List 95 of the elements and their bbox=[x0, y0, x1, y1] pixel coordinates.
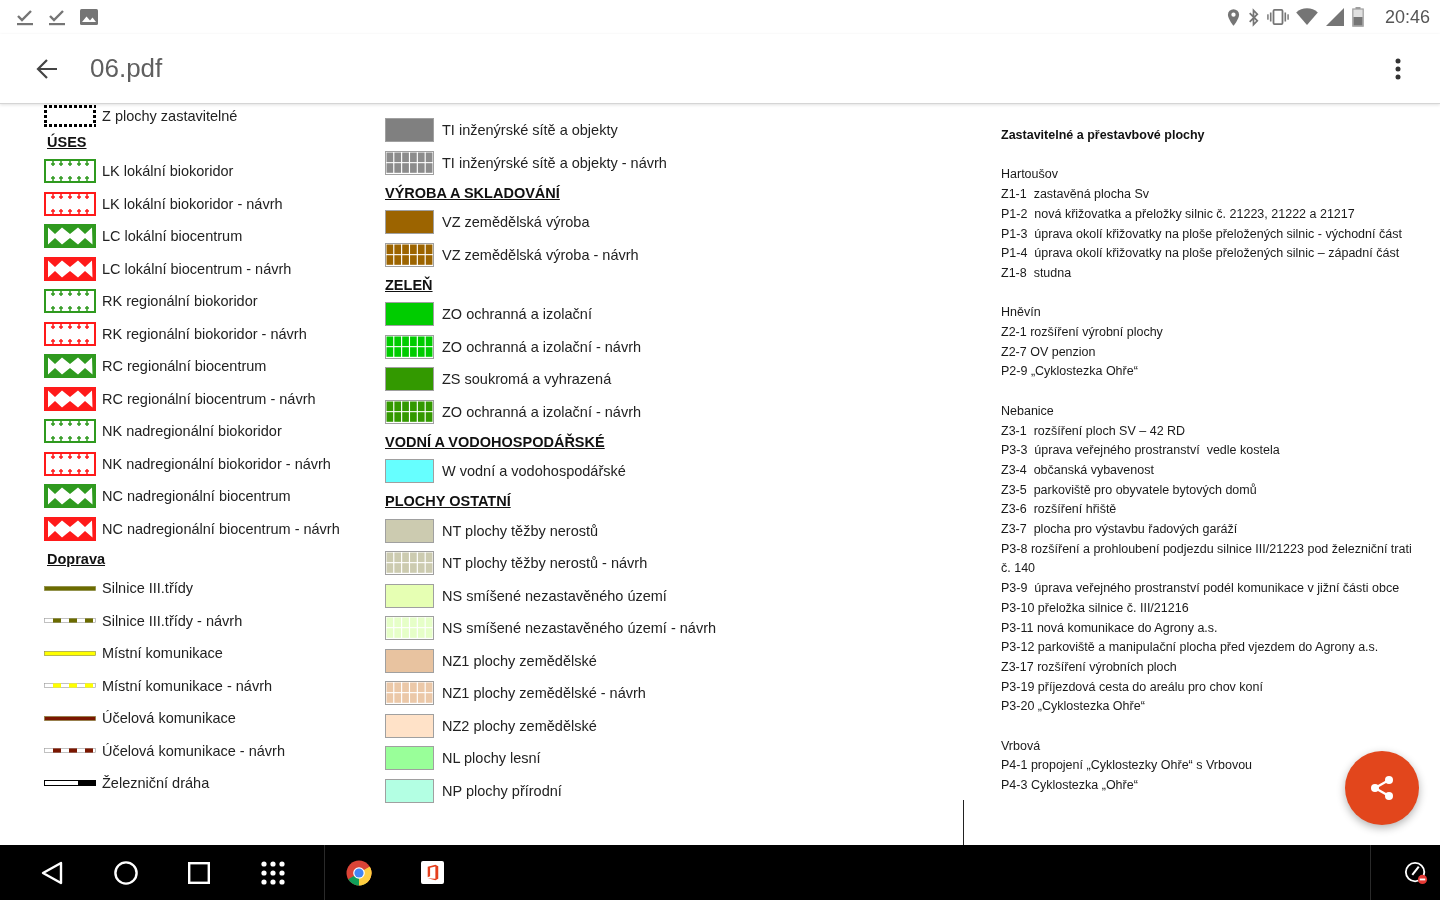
legend-label: ZO ochranná a izolační bbox=[442, 306, 592, 323]
back-triangle-icon bbox=[40, 860, 64, 885]
legend-label: ZO ochranná a izolační - návrh bbox=[442, 338, 642, 355]
legend-label: NS smíšené nezastavěného území bbox=[442, 587, 667, 604]
location-pin-icon bbox=[1226, 7, 1240, 27]
legend-label: ZS soukromá a vyhrazená bbox=[442, 371, 612, 388]
area-entry: Z2-7 OV penzion bbox=[1001, 343, 1096, 361]
legend-label: Silnice III.třídy bbox=[102, 580, 194, 597]
legend-label: NC nadregionální biocentrum bbox=[102, 488, 291, 505]
legend-label: NZ1 plochy zemědělské - návrh bbox=[442, 685, 646, 702]
recents-square-icon bbox=[188, 861, 210, 884]
legend-heading: Doprava bbox=[47, 550, 106, 567]
legend-label: LK lokální biokoridor bbox=[102, 163, 234, 180]
image-icon bbox=[79, 7, 99, 27]
legend-label: NS smíšené nezastavěného území - návrh bbox=[442, 620, 717, 637]
area-entry: P4-1 propojení „Cyklostezky Ohře“ s Vrbovou bbox=[1001, 757, 1253, 775]
legend-label: NZ2 plochy zemědělské bbox=[442, 717, 597, 734]
legend-label: TI inženýrské sítě a objekty bbox=[442, 122, 618, 139]
section-title: Zastavitelné a přestavbové plochy bbox=[1001, 127, 1205, 144]
area-entry: P3-12 parkoviště a manipulační plocha před vjezdem do Agrony a.s. bbox=[1001, 639, 1379, 657]
legend-label: NT plochy těžby nerostů bbox=[442, 522, 599, 539]
area-entry: P3-11 nová komunikace do Agrony a.s. bbox=[1001, 619, 1218, 637]
area-entry: P2-9 „Cyklostezka Ohře“ bbox=[1001, 363, 1138, 381]
legend-label: TI inženýrské sítě a objekty - návrh bbox=[442, 154, 667, 171]
check-underline-icon bbox=[15, 7, 35, 27]
legend-label: VZ zemědělská výroba bbox=[442, 214, 590, 231]
office-logo-icon bbox=[420, 861, 444, 884]
place-name: Vrbová bbox=[1001, 737, 1041, 755]
area-entry: P3-10 přeložka silnice č. III/21216 bbox=[1001, 599, 1189, 617]
legend-heading: VODNÍ A VODOHOSPODÁŘSKÉ bbox=[385, 433, 605, 450]
area-entry: Z3-1 rozšíření ploch SV – 42 RD bbox=[1001, 422, 1186, 440]
area-entry: P1-2 nová křižovatka a přeložky silnic č. 21223, 21222 a 21217 bbox=[1001, 205, 1355, 223]
area-entry: Z3-6 rozšíření hřiště bbox=[1001, 501, 1117, 519]
legend-label: Účelová komunikace bbox=[102, 710, 236, 727]
legend-label: W vodní a vodohospodářské bbox=[442, 463, 626, 480]
legend-label: NC nadregionální biocentrum - návrh bbox=[102, 520, 340, 537]
legend-label: NK nadregionální biokoridor - návrh bbox=[102, 455, 331, 472]
legend-label: RK regionální biokoridor - návrh bbox=[102, 325, 307, 342]
legend-label: NT plochy těžby nerostů - návrh bbox=[442, 555, 648, 572]
legend-heading: ÚSES bbox=[47, 133, 87, 150]
place-name: Nebanice bbox=[1001, 402, 1054, 420]
legend-label: Železniční dráha bbox=[102, 775, 210, 792]
dot-grid-icon bbox=[261, 860, 285, 885]
check-underline-icon bbox=[47, 7, 67, 27]
area-entry: P3-8 rozšíření a prohloubení podjezdu silnice III/21223 pod železniční trati č. 140 bbox=[1001, 540, 1412, 578]
bluetooth-icon bbox=[1246, 7, 1260, 27]
place-name: Hněvín bbox=[1001, 304, 1041, 322]
area-entry: Z3-5 parkoviště pro obyvatele bytových domů bbox=[1001, 481, 1257, 499]
area-entry: P3-19 příjezdová cesta do areálu pro chov koní bbox=[1001, 678, 1263, 696]
legend-label: ZO ochranná a izolační - návrh bbox=[442, 403, 642, 420]
area-entry: P1-3 úprava okolí křižovatky na ploše přeložených silnic - východní část bbox=[1001, 225, 1402, 243]
legend-heading: PLOCHY OSTATNÍ bbox=[385, 493, 511, 509]
area-entry: P4-3 Cyklostezka „Ohře“ bbox=[1001, 777, 1138, 795]
legend-label: Místní komunikace bbox=[102, 645, 223, 662]
area-entry: P3-20 „Cyklostezka Ohře“ bbox=[1001, 698, 1145, 716]
legend-heading: VÝROBA A SKLADOVÁNÍ bbox=[385, 184, 560, 201]
legend-label: NZ1 plochy zemědělské bbox=[442, 652, 597, 669]
vibrate-icon bbox=[1266, 8, 1289, 26]
home-circle-icon bbox=[114, 860, 138, 885]
legend-label: Silnice III.třídy - návrh bbox=[102, 612, 243, 629]
area-entry: P3-3 úprava veřejného prostranství vedle kostela bbox=[1001, 442, 1280, 460]
legend-label: NL plochy lesní bbox=[442, 750, 541, 767]
area-entry: Z1-8 studna bbox=[1001, 264, 1072, 282]
area-entry: P1-4 úprava okolí křižovatky na ploše přeložených silnic – západní část bbox=[1001, 245, 1400, 263]
legend-label: NP plochy přírodní bbox=[442, 782, 562, 799]
share-icon bbox=[1370, 775, 1394, 801]
area-entry: P3-9 úprava veřejného prostranství podél komunikace v jižní části obce bbox=[1001, 580, 1400, 598]
more-vertical-icon bbox=[1395, 57, 1401, 80]
legend-label: NK nadregionální biokoridor bbox=[102, 423, 282, 440]
area-entry: Z1-1 zastavěná plocha Sv bbox=[1001, 186, 1149, 204]
legend-label: RC regionální biocentrum - návrh bbox=[102, 390, 316, 407]
legend-label: Z plochy zastavitelné bbox=[102, 108, 238, 124]
status-time: 20:46 bbox=[1384, 6, 1430, 28]
legend-label: LK lokální biokoridor - návrh bbox=[102, 195, 283, 212]
gauge-icon bbox=[1404, 860, 1428, 885]
legend-label: LC lokální biocentrum bbox=[102, 228, 243, 245]
area-entry: Z2-1 rozšíření výrobní plochy bbox=[1001, 324, 1163, 341]
legend-label: RK regionální biokoridor bbox=[102, 293, 258, 310]
signal-icon bbox=[1324, 7, 1345, 27]
legend-label: RC regionální biocentrum bbox=[102, 358, 267, 375]
share-button[interactable] bbox=[1345, 751, 1419, 825]
legend-heading: ZELEŇ bbox=[385, 276, 433, 293]
legend-label: Místní komunikace - návrh bbox=[102, 677, 273, 694]
legend-label: LC lokální biocentrum - návrh bbox=[102, 260, 292, 277]
legend-label: VZ zemědělská výroba - návrh bbox=[442, 246, 639, 263]
wifi-icon bbox=[1295, 8, 1318, 26]
place-name: Hartoušov bbox=[1001, 166, 1058, 184]
area-entry: Z3-4 občanská vybavenost bbox=[1001, 461, 1154, 479]
legend-label: Účelová komunikace - návrh bbox=[102, 742, 285, 759]
battery-icon bbox=[1351, 7, 1364, 27]
area-entry: Z3-7 plocha pro výstavbu řadových garáží bbox=[1001, 521, 1238, 538]
document-title: 06.pdf bbox=[90, 53, 164, 84]
back-arrow-icon bbox=[36, 57, 58, 80]
browser-logo-icon bbox=[346, 859, 372, 886]
area-entry: Z3-17 rozšíření výrobních ploch bbox=[1001, 658, 1177, 676]
